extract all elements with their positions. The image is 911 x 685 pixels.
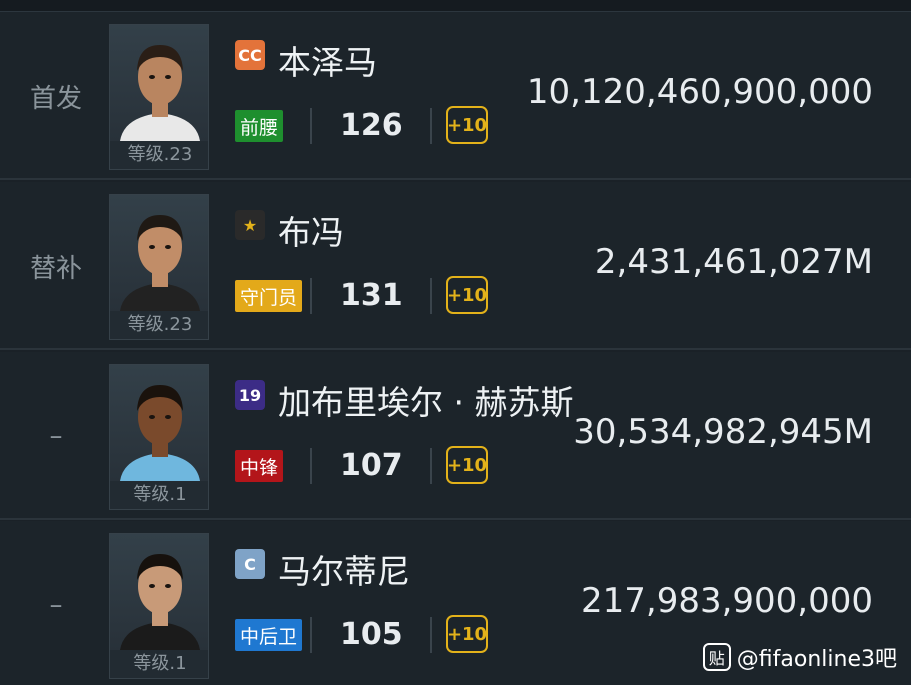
season-badge-icon: C: [235, 549, 265, 579]
season-badge-icon: CC: [235, 40, 265, 70]
divider: [430, 278, 432, 314]
upgrade-badge-icon: +10: [446, 446, 488, 484]
watermark: 贴 @fifaonline3吧: [702, 641, 897, 673]
player-portrait: [110, 365, 208, 481]
player-name: 马尔蒂尼: [278, 552, 410, 591]
divider: [310, 448, 312, 484]
player-portrait: [110, 195, 208, 311]
player-card[interactable]: 等级.1: [109, 533, 209, 679]
player-row[interactable]: – 等级.1 19 加布里埃尔 · 赫苏斯 中锋 107 +10 30,534,…: [0, 352, 911, 520]
player-ovr: 131: [340, 278, 403, 313]
row-divider: [0, 178, 911, 180]
top-bar: [0, 0, 911, 12]
player-ovr: 126: [340, 108, 403, 143]
player-value: 30,534,982,945M: [573, 412, 873, 452]
season-badge-icon: ★: [235, 210, 265, 240]
player-level: 等级.23: [110, 141, 208, 169]
player-card[interactable]: 等级.1: [109, 364, 209, 510]
player-ovr: 105: [340, 617, 403, 652]
player-level: 等级.1: [110, 481, 208, 509]
upgrade-badge-icon: +10: [446, 276, 488, 314]
player-level: 等级.23: [110, 311, 208, 339]
divider: [430, 108, 432, 144]
player-value: 217,983,900,000: [580, 581, 873, 621]
lineup-status: 首发: [29, 83, 82, 114]
divider: [310, 278, 312, 314]
upgrade-badge-icon: +10: [446, 615, 488, 653]
player-card[interactable]: 等级.23: [109, 194, 209, 340]
divider: [310, 617, 312, 653]
row-divider: [0, 348, 911, 350]
player-value: 2,431,461,027M: [594, 242, 873, 282]
row-divider: [0, 518, 911, 520]
divider: [310, 108, 312, 144]
season-badge-icon: 19: [235, 380, 265, 410]
player-card[interactable]: 等级.23: [109, 24, 209, 170]
position-badge: 中锋: [235, 450, 284, 482]
player-name: 布冯: [278, 213, 344, 252]
divider: [430, 617, 432, 653]
tieba-icon: 贴: [702, 643, 731, 671]
position-badge: 中后卫: [235, 619, 303, 651]
position-badge: 守门员: [235, 280, 303, 312]
watermark-text: @fifaonline3吧: [736, 647, 897, 672]
player-portrait: [110, 534, 208, 650]
position-badge: 前腰: [235, 110, 284, 142]
player-name: 加布里埃尔 · 赫苏斯: [278, 383, 574, 422]
player-ovr: 107: [340, 448, 403, 483]
lineup-status: –: [49, 421, 63, 451]
upgrade-badge-icon: +10: [446, 106, 488, 144]
divider: [430, 448, 432, 484]
player-name: 本泽马: [278, 43, 377, 82]
lineup-status: –: [49, 590, 63, 620]
lineup-status: 替补: [29, 253, 82, 284]
player-row[interactable]: 首发 等级.23 CC 本泽马 前腰 126 +10 10,120,460,90…: [0, 12, 911, 180]
player-level: 等级.1: [110, 650, 208, 678]
player-portrait: [110, 25, 208, 141]
player-row[interactable]: 替补 等级.23 ★ 布冯 守门员 131 +10 2,431,461,027M: [0, 182, 911, 350]
player-value: 10,120,460,900,000: [526, 72, 873, 112]
